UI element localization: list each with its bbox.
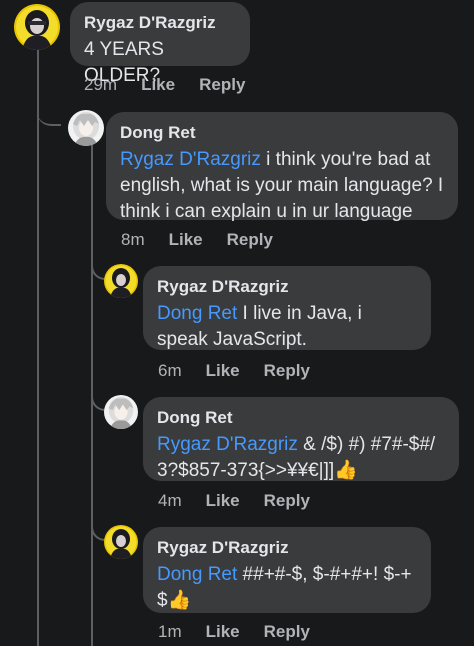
reply-button[interactable]: Reply <box>264 490 310 512</box>
comment-text: Dong Ret ##+#-$, $-#+#+! $-+ $👍 <box>157 562 417 614</box>
mention-link[interactable]: Rygaz D'Razgriz <box>120 149 261 170</box>
comment-bubble: Rygaz D'Razgriz 4 YEARS OLDER? <box>70 2 250 86</box>
comment-bubble: Rygaz D'Razgriz Dong Ret I live in Java,… <box>143 266 431 350</box>
comment-timestamp[interactable]: 4m <box>158 490 182 512</box>
reply-button[interactable]: Reply <box>227 229 273 251</box>
like-button[interactable]: Like <box>141 74 175 96</box>
comment-actions: 6m Like Reply <box>158 360 334 382</box>
avatar-white-haired-character-icon[interactable] <box>68 110 104 146</box>
comment-author[interactable]: Rygaz D'Razgriz <box>157 276 417 298</box>
mention-link[interactable]: Dong Ret <box>157 303 237 324</box>
avatar-dark-anime-character-icon[interactable] <box>104 264 138 298</box>
comment-bubble: Rygaz D'Razgriz Dong Ret ##+#-$, $-#+#+!… <box>143 527 431 613</box>
comment-author[interactable]: Dong Ret <box>157 407 445 429</box>
comment-timestamp[interactable]: 8m <box>121 229 145 251</box>
comment-timestamp[interactable]: 29m <box>84 74 117 96</box>
comment-author[interactable]: Rygaz D'Razgriz <box>157 537 417 559</box>
comment-actions: 29m Like Reply <box>84 74 269 96</box>
mention-link[interactable]: Rygaz D'Razgriz <box>157 434 298 455</box>
thread-connector-2 <box>91 262 105 280</box>
thread-connector-4 <box>91 523 105 541</box>
comment-text: Rygaz D'Razgriz i think you're bad at en… <box>120 147 444 225</box>
avatar-dark-anime-character-icon[interactable] <box>14 4 60 50</box>
comment-bubble: Dong Ret Rygaz D'Razgriz i think you're … <box>106 112 458 222</box>
reply-button[interactable]: Reply <box>199 74 245 96</box>
like-button[interactable]: Like <box>206 360 240 382</box>
avatar-dark-anime-character-icon[interactable] <box>104 525 138 559</box>
comment-actions: 8m Like Reply <box>121 229 297 251</box>
comment-actions: 4m Like Reply <box>158 490 334 512</box>
like-button[interactable]: Like <box>206 490 240 512</box>
comment-author[interactable]: Rygaz D'Razgriz <box>84 12 236 34</box>
like-button[interactable]: Like <box>169 229 203 251</box>
reply-button[interactable]: Reply <box>264 360 310 382</box>
comment-timestamp[interactable]: 1m <box>158 621 182 643</box>
thread-connector-1 <box>37 108 61 126</box>
thread-connector-3 <box>91 393 105 411</box>
reply-button[interactable]: Reply <box>264 621 310 643</box>
mention-link[interactable]: Dong Ret <box>157 564 237 585</box>
comment-author[interactable]: Dong Ret <box>120 122 444 144</box>
avatar-white-haired-character-icon[interactable] <box>104 395 138 429</box>
comment-text: Dong Ret I live in Java, i speak JavaScr… <box>157 301 417 353</box>
comment-actions: 1m Like Reply <box>158 621 334 643</box>
thumbs-up-emoji-icon: 👍 <box>334 460 358 481</box>
thread-line-main <box>37 50 39 646</box>
thumbs-up-emoji-icon: 👍 <box>167 590 192 611</box>
comment-bubble: Dong Ret Rygaz D'Razgriz & /$) #) #7#-$#… <box>143 397 459 481</box>
like-button[interactable]: Like <box>206 621 240 643</box>
comment-text: Rygaz D'Razgriz & /$) #) #7#-$#/ 3?$857-… <box>157 432 445 484</box>
comment-timestamp[interactable]: 6m <box>158 360 182 382</box>
